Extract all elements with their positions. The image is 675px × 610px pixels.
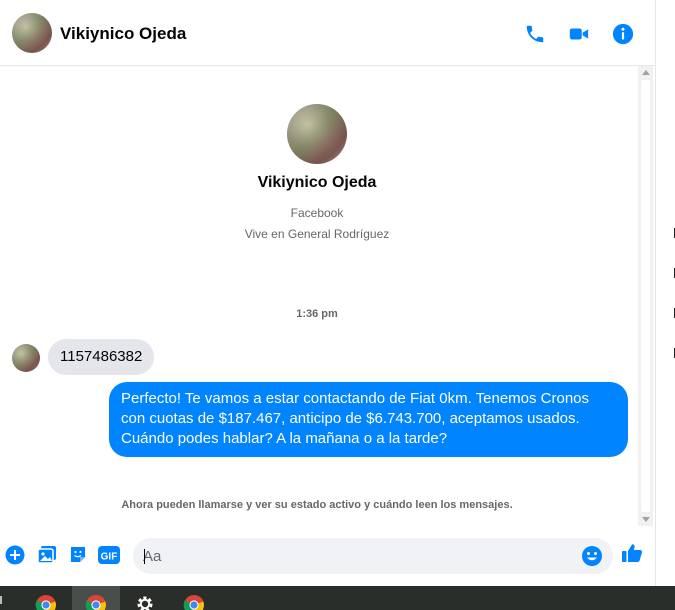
profile-location: Vive en General Rodríguez [244,227,390,241]
message-timestamp: 1:36 pm [296,308,338,320]
adjacent-panel-edge [655,0,675,586]
conversation-scrollbar[interactable] [638,66,653,526]
settings-gear-icon[interactable] [121,586,169,610]
thumbs-up-icon[interactable] [621,542,643,564]
header-avatar[interactable] [12,13,52,53]
os-taskbar [0,586,675,610]
image-icon[interactable] [36,544,58,566]
profile-source: Facebook [290,206,344,220]
message-input-container[interactable] [133,538,613,574]
sticker-icon[interactable] [67,544,89,566]
plus-icon[interactable] [4,544,26,566]
sender-avatar[interactable] [12,344,40,372]
profile-name: Vikiynico Ojeda [257,174,377,191]
incoming-message-bubble[interactable]: 1157486382 [48,339,155,375]
profile-avatar[interactable] [287,104,347,164]
chrome-icon[interactable] [22,586,70,610]
phone-icon[interactable] [523,22,547,46]
scroll-up-arrow-icon[interactable] [642,70,650,75]
video-camera-icon[interactable] [567,22,591,46]
message-input[interactable] [143,538,573,574]
connection-notice: Ahora pueden llamarse y ver su estado ac… [121,499,513,511]
taskbar-edge-marker [0,596,2,604]
chrome-icon[interactable] [72,586,120,610]
info-icon[interactable] [611,22,635,46]
scroll-thumb[interactable] [641,80,650,512]
message-composer: GIF [0,526,655,586]
header-contact-name[interactable]: Vikiynico Ojeda [60,24,186,44]
scroll-down-arrow-icon[interactable] [642,517,650,522]
outgoing-message-bubble[interactable]: Perfecto! Te vamos a estar contactando d… [109,382,628,457]
gif-icon[interactable]: GIF [98,544,120,566]
svg-text:GIF: GIF [101,552,118,563]
conversation-header: Vikiynico Ojeda [0,0,655,66]
chrome-icon[interactable] [170,586,218,610]
text-caret [144,549,145,564]
emoji-icon[interactable] [581,545,603,567]
messenger-window: Vikiynico Ojeda Vikiynico Ojeda Facebook… [0,0,675,610]
conversation-area[interactable]: Vikiynico Ojeda Facebook Vive en General… [0,66,638,526]
